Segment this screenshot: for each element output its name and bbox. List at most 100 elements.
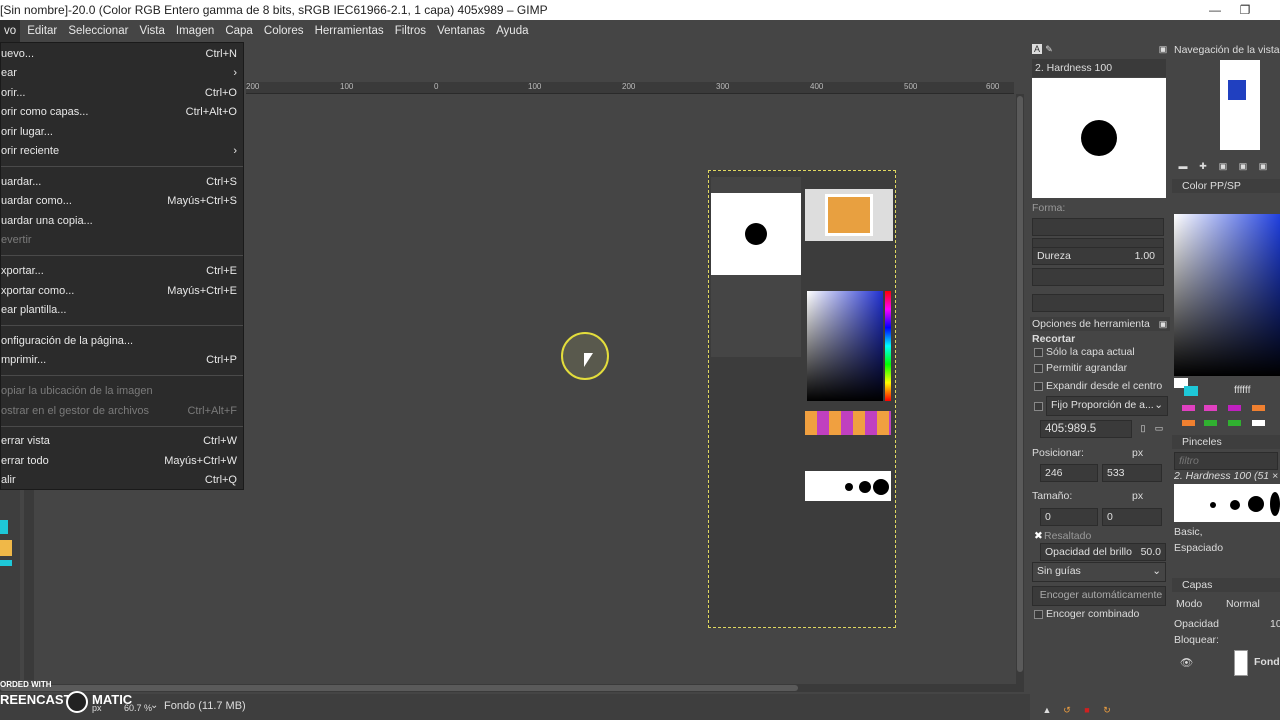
layers-tab[interactable]: Capas bbox=[1172, 578, 1280, 592]
hex-field[interactable]: ffffff bbox=[1234, 384, 1251, 396]
menu-item-save-as[interactable]: uardar como... Mayús+Ctrl+S bbox=[1, 192, 243, 211]
menu-item-print[interactable]: mprimir... Ctrl+P bbox=[1, 351, 243, 370]
menu-item-quit[interactable]: alir Ctrl+Q bbox=[1, 471, 243, 490]
eye-icon[interactable]: 👁 bbox=[1180, 656, 1193, 669]
portrait-icon[interactable]: ▯ bbox=[1138, 423, 1148, 433]
current-layer-checkbox[interactable] bbox=[1034, 348, 1043, 357]
menu-item-save-copy[interactable]: uardar una copia... bbox=[1, 212, 243, 231]
ruler-tick: 600 bbox=[986, 82, 1000, 91]
menu-item-copy-location: opiar la ubicación de la imagen bbox=[1, 385, 153, 397]
brush-hardness-field[interactable]: Dureza 1.00 bbox=[1032, 247, 1164, 265]
menu-item-new[interactable]: uevo... Ctrl+N bbox=[1, 45, 243, 64]
vertical-scrollbar[interactable] bbox=[1016, 94, 1024, 684]
menu-item-close-view[interactable]: errar vista Ctrl+W bbox=[1, 432, 243, 451]
menu-item-save[interactable]: uardar... Ctrl+S bbox=[1, 173, 243, 192]
layers-title: Capas bbox=[1182, 579, 1213, 591]
menu-filters[interactable]: Filtros bbox=[391, 20, 430, 42]
auto-shrink-button[interactable]: Encoger automáticamente bbox=[1032, 586, 1166, 606]
brush-filter[interactable]: filtro bbox=[1174, 452, 1278, 470]
menu-item-export-as[interactable]: xportar como... Mayús+Ctrl+E bbox=[1, 282, 243, 301]
reset-icon[interactable]: ↻ bbox=[1102, 705, 1112, 715]
landscape-icon[interactable]: ▭ bbox=[1154, 423, 1164, 433]
expand-center-checkbox[interactable] bbox=[1034, 382, 1043, 391]
unit-selector[interactable]: px bbox=[92, 703, 102, 713]
menu-file[interactable]: vo bbox=[0, 20, 21, 42]
menu-item-open-recent[interactable]: orir reciente › bbox=[1, 142, 243, 161]
ratio-field[interactable]: 405:989.5 bbox=[1040, 420, 1132, 438]
current-layer-label: Sólo la capa actual bbox=[1046, 346, 1135, 358]
size-y-field[interactable]: 0 bbox=[1102, 508, 1162, 526]
layer-name[interactable]: Fondo bbox=[1254, 656, 1280, 668]
zoom-in-icon[interactable]: ✚ bbox=[1198, 161, 1208, 171]
menu-item-export[interactable]: xportar... Ctrl+E bbox=[1, 262, 243, 281]
allow-grow-checkbox[interactable] bbox=[1034, 364, 1043, 373]
color-swatch[interactable] bbox=[0, 560, 12, 566]
horizontal-ruler[interactable]: 200 100 0 100 200 300 400 500 600 bbox=[246, 82, 1014, 94]
horizontal-scrollbar[interactable] bbox=[0, 684, 1024, 692]
color-tab[interactable]: Color PP/SP bbox=[1172, 179, 1280, 193]
fixed-aspect-dropdown[interactable]: Fijo Proporción de a... ⌄ bbox=[1046, 396, 1168, 416]
brush-field-1[interactable] bbox=[1032, 218, 1164, 236]
canvas-area[interactable] bbox=[246, 94, 1014, 684]
position-x-field[interactable]: 246 bbox=[1040, 464, 1098, 482]
guides-dropdown[interactable]: Sin guías ⌄ bbox=[1032, 562, 1166, 582]
zoom-out-icon[interactable]: ▬ bbox=[1178, 161, 1188, 171]
maximize-icon[interactable]: ❐ bbox=[1230, 0, 1260, 20]
navigation-preview[interactable] bbox=[1220, 60, 1260, 150]
vertical-ruler[interactable] bbox=[24, 490, 34, 680]
delete-icon[interactable]: ■ bbox=[1082, 705, 1092, 715]
menu-windows[interactable]: Ventanas bbox=[433, 20, 489, 42]
menu-item-page-setup[interactable]: onfiguración de la página... bbox=[1, 332, 243, 351]
mouse-pointer-icon bbox=[584, 353, 593, 367]
layer-opacity-value[interactable]: 10 bbox=[1270, 618, 1280, 630]
fit-icon[interactable]: ▣ bbox=[1238, 161, 1248, 171]
menu-edit[interactable]: Editar bbox=[23, 20, 61, 42]
fixed-checkbox[interactable] bbox=[1034, 402, 1043, 411]
menu-item-create-template[interactable]: ear plantilla... bbox=[1, 301, 243, 320]
brushes-tab[interactable]: Pinceles bbox=[1172, 435, 1280, 449]
shrink-merged-checkbox[interactable] bbox=[1034, 610, 1043, 619]
size-unit[interactable]: px bbox=[1132, 490, 1143, 502]
zoom-dropdown-icon[interactable]: ⌄ bbox=[150, 700, 158, 711]
position-y-field[interactable]: 533 bbox=[1102, 464, 1162, 482]
color-square[interactable] bbox=[1174, 214, 1280, 376]
bg-color-icon[interactable] bbox=[1184, 386, 1198, 396]
layer-thumbnail[interactable] bbox=[1234, 650, 1248, 676]
layer-info: Fondo (11.7 MB) bbox=[164, 700, 246, 712]
size-x-field[interactable]: 0 bbox=[1040, 508, 1098, 526]
brush-tab-icon[interactable]: A bbox=[1032, 44, 1042, 54]
fill-icon[interactable]: ▣ bbox=[1258, 161, 1268, 171]
pen-tab-icon[interactable]: ✎ bbox=[1044, 44, 1054, 54]
menu-tools[interactable]: Herramientas bbox=[311, 20, 388, 42]
zoom-1-icon[interactable]: ▣ bbox=[1218, 161, 1228, 171]
watermark-logo-icon bbox=[66, 691, 88, 713]
restore-icon[interactable]: ↺ bbox=[1062, 705, 1072, 715]
zoom-selector[interactable]: 60.7 % bbox=[124, 703, 152, 713]
position-unit[interactable]: px bbox=[1132, 447, 1143, 459]
image-canvas[interactable] bbox=[708, 170, 896, 628]
fg-color-swatch[interactable] bbox=[0, 520, 8, 534]
dock-menu-icon[interactable]: ▣ bbox=[1158, 44, 1168, 54]
menu-view[interactable]: Vista bbox=[135, 20, 168, 42]
layer-mode-value[interactable]: Normal bbox=[1226, 598, 1260, 610]
highlight-opacity-field[interactable]: Opacidad del brillo 50.0 bbox=[1040, 543, 1166, 561]
menu-help[interactable]: Ayuda bbox=[492, 20, 532, 42]
save-preset-icon[interactable]: ▲ bbox=[1042, 705, 1052, 715]
menu-colors[interactable]: Colores bbox=[260, 20, 308, 42]
brush-field-3[interactable] bbox=[1032, 268, 1164, 286]
menu-layer[interactable]: Capa bbox=[221, 20, 257, 42]
highlight-check-icon[interactable]: ✖ bbox=[1034, 530, 1043, 542]
menu-image[interactable]: Imagen bbox=[172, 20, 218, 42]
menu-item-open-as-layers[interactable]: orir como capas... Ctrl+Alt+O bbox=[1, 103, 243, 122]
menu-item-open-location[interactable]: orir lugar... bbox=[1, 123, 243, 142]
brush-field-4[interactable] bbox=[1032, 294, 1164, 312]
minimize-icon[interactable]: — bbox=[1200, 0, 1230, 20]
menu-item-close-all[interactable]: errar todo Mayús+Ctrl+W bbox=[1, 452, 243, 471]
menu-item-create[interactable]: ear › bbox=[1, 64, 243, 83]
brush-grid[interactable] bbox=[1174, 484, 1280, 522]
panel-menu-icon[interactable]: ▣ bbox=[1158, 319, 1168, 329]
menu-item-open[interactable]: orir... Ctrl+O bbox=[1, 84, 243, 103]
menu-select[interactable]: Seleccionar bbox=[64, 20, 132, 42]
tool-options-tab[interactable]: Opciones de herramienta ▣ bbox=[1030, 317, 1170, 331]
bg-color-swatch[interactable] bbox=[0, 540, 12, 556]
